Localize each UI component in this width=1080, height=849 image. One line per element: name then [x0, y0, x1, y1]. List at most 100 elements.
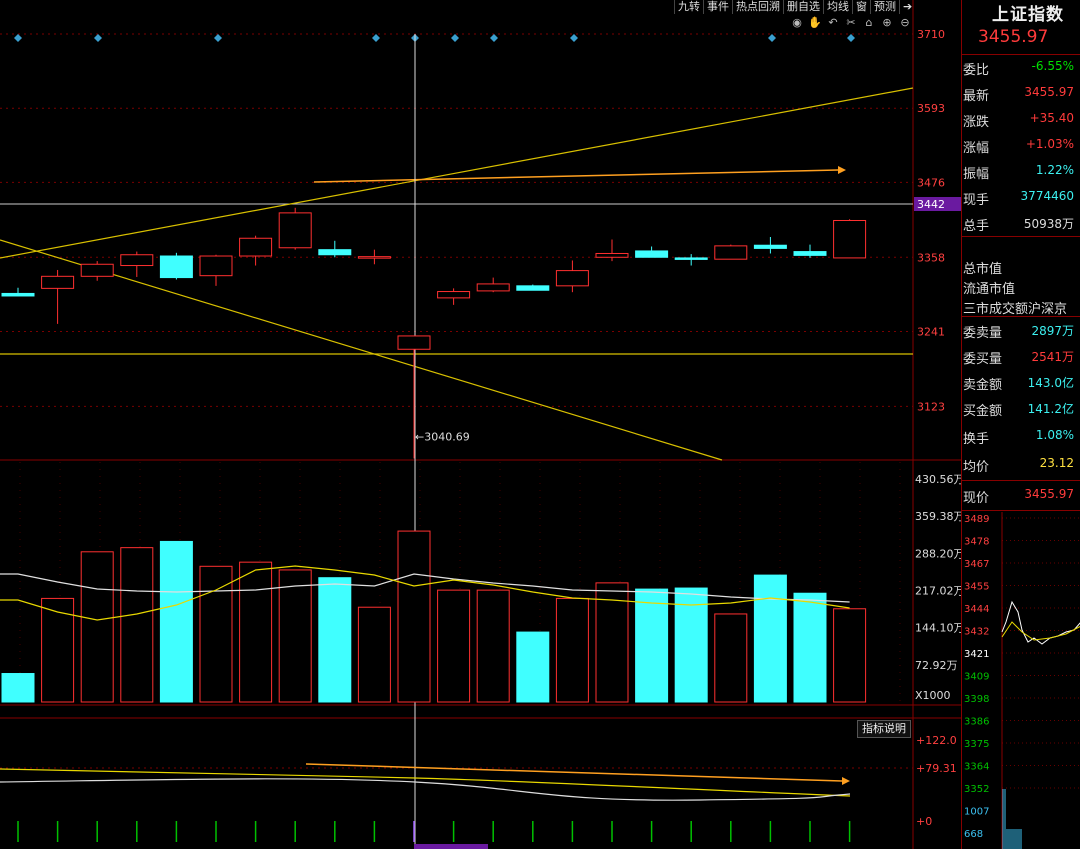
- quote-row-label: 总市值: [963, 262, 1003, 277]
- pin-icon[interactable]: ➔: [899, 0, 915, 14]
- volume-bar[interactable]: [793, 592, 827, 703]
- candle[interactable]: [41, 275, 75, 289]
- quote-row-label: 委卖量: [963, 326, 1003, 341]
- mini-tick-label: 668: [964, 829, 983, 840]
- event-marker[interactable]: [214, 34, 222, 42]
- volume-bar[interactable]: [120, 547, 154, 703]
- volume-bar[interactable]: [397, 530, 431, 703]
- volume-bar[interactable]: [357, 606, 391, 703]
- volume-bar[interactable]: [199, 565, 233, 703]
- now-price-label: 现价: [963, 491, 990, 506]
- quote-row-value: 2897万: [1031, 324, 1074, 338]
- mini-tick-label: 3432: [964, 627, 989, 638]
- quote-row: 均价 23.12: [962, 456, 1080, 478]
- now-price-value: 3455.97: [1024, 487, 1074, 501]
- kline-chart[interactable]: 3710 3593 3476 3358 3241 3123 3442 ←3040.69 430.…: [0, 0, 961, 849]
- volume-bar[interactable]: [833, 608, 867, 703]
- undo-icon[interactable]: ↶: [826, 16, 840, 29]
- event-marker[interactable]: [451, 34, 459, 42]
- event-marker[interactable]: [14, 34, 22, 42]
- volume-tick-label: 288.20万: [915, 547, 961, 560]
- candle[interactable]: [635, 250, 669, 258]
- candle[interactable]: [199, 255, 233, 277]
- toolbar-jiuzhuan[interactable]: 九转: [674, 0, 703, 14]
- toolbar-moving-average[interactable]: 均线: [823, 0, 852, 14]
- quote-row-value: 2541万: [1031, 350, 1074, 364]
- candle[interactable]: [555, 270, 589, 287]
- divider: [962, 236, 1080, 237]
- candle[interactable]: [437, 291, 471, 299]
- quote-row: 最新 3455.97: [962, 85, 1080, 107]
- volume-bar[interactable]: [516, 631, 550, 703]
- candle[interactable]: [357, 256, 391, 259]
- arrow-head: [842, 777, 850, 785]
- quote-row-label: 买金额: [963, 404, 1003, 419]
- quote-row-label: 现手: [963, 193, 990, 208]
- candle[interactable]: [278, 212, 312, 249]
- event-marker[interactable]: [94, 34, 102, 42]
- volume-bar[interactable]: [555, 597, 589, 703]
- candle[interactable]: [674, 257, 708, 260]
- volume-bar[interactable]: [278, 569, 312, 703]
- toolbar-window[interactable]: 窗: [852, 0, 870, 14]
- quote-row-label: 换手: [963, 432, 990, 447]
- quote-row-label: 委比: [963, 63, 990, 78]
- candle[interactable]: [318, 249, 352, 256]
- candle[interactable]: [516, 285, 550, 291]
- volume-tick-label: 217.02万: [915, 585, 961, 598]
- indicator-tick-label: +0: [916, 815, 932, 828]
- quote-row-label: 振幅: [963, 167, 990, 182]
- toolbar-remove-watchlist[interactable]: 删自选: [783, 0, 823, 14]
- quote-row-value: 143.0亿: [1027, 376, 1074, 390]
- toolbar-hotspot-review[interactable]: 热点回溯: [732, 0, 783, 14]
- hand-icon[interactable]: ✋: [808, 16, 822, 29]
- indicator-help-button[interactable]: 指标说明: [857, 720, 911, 738]
- price-tick-label: 3241: [917, 326, 945, 339]
- mini-tick-label: 3478: [964, 537, 989, 548]
- event-marker[interactable]: [490, 34, 498, 42]
- candle[interactable]: [753, 244, 787, 249]
- eye-icon[interactable]: ◉: [790, 16, 804, 29]
- candle[interactable]: [120, 254, 154, 267]
- quote-row: 总手 50938万: [962, 215, 1080, 237]
- candle[interactable]: [239, 237, 273, 257]
- volume-bar[interactable]: [714, 613, 748, 703]
- volume-bar[interactable]: [318, 577, 352, 703]
- volume-bar[interactable]: [159, 540, 193, 703]
- volume-bar[interactable]: [239, 561, 273, 703]
- volume-bar[interactable]: [80, 551, 114, 703]
- candle[interactable]: [833, 219, 867, 259]
- candle[interactable]: [80, 263, 114, 277]
- candle[interactable]: [793, 251, 827, 256]
- volume-bar[interactable]: [753, 574, 787, 703]
- candle[interactable]: [476, 283, 510, 292]
- candle[interactable]: [595, 252, 629, 258]
- chart-tool-icons: ◉ ✋ ↶ ✂ ⌂ ⊕ ⊖: [790, 16, 912, 29]
- candle[interactable]: [1, 292, 35, 297]
- scissors-icon[interactable]: ✂: [844, 16, 858, 29]
- event-marker[interactable]: [372, 34, 380, 42]
- volume-bar[interactable]: [1, 673, 35, 703]
- event-marker[interactable]: [570, 34, 578, 42]
- lock-icon[interactable]: ⌂: [862, 16, 876, 29]
- candle[interactable]: [159, 255, 193, 279]
- volume-bar[interactable]: [437, 589, 471, 703]
- index-price: 3455.97: [978, 27, 1049, 47]
- volume-bar[interactable]: [476, 589, 510, 703]
- mini-tick-label: 3364: [964, 762, 989, 773]
- toolbar-forecast[interactable]: 预测: [870, 0, 899, 14]
- quote-row-label: 卖金额: [963, 378, 1003, 393]
- trendline-up: [0, 87, 914, 259]
- low-price-marker: ←3040.69: [415, 431, 470, 444]
- zoom-in-icon[interactable]: ⊕: [880, 16, 894, 29]
- candle[interactable]: [397, 335, 431, 350]
- event-marker[interactable]: [768, 34, 776, 42]
- event-marker[interactable]: [847, 34, 855, 42]
- arrow-head: [838, 166, 846, 174]
- mini-intraday-chart[interactable]: 3489 3478 3467 3455 3444 3432 3421 3409 3398 3386…: [962, 512, 1080, 849]
- zoom-out-icon[interactable]: ⊖: [898, 16, 912, 29]
- volume-tick-label: 359.38万: [915, 510, 961, 523]
- candle[interactable]: [714, 245, 748, 260]
- toolbar-events[interactable]: 事件: [703, 0, 732, 14]
- volume-bar[interactable]: [635, 588, 669, 703]
